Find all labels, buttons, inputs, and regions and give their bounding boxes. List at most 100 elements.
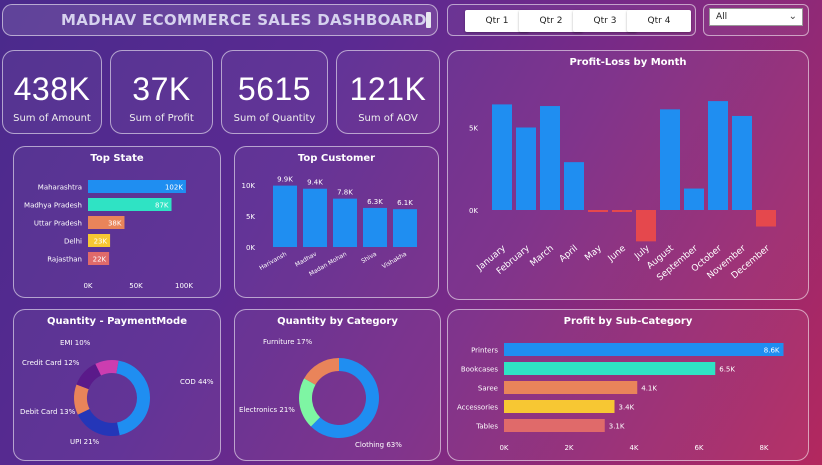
month-y-tick: 0K bbox=[469, 207, 478, 215]
kpi-amount-value: 438K bbox=[13, 71, 91, 107]
subcat-value-label: 8.6K bbox=[764, 347, 780, 355]
donut-label: Credit Card 12% bbox=[22, 359, 80, 367]
payment-mode-panel: Quantity - PaymentMode COD 44% UPI 21% Deb… bbox=[13, 309, 221, 461]
state-x-tick: 100K bbox=[175, 282, 193, 290]
subcat-x-tick: 4K bbox=[629, 444, 638, 452]
customer-value-label: 9.9K bbox=[277, 176, 293, 184]
month-label: March bbox=[528, 244, 555, 269]
donut-slice bbox=[77, 408, 120, 436]
dashboard-title: MADHAV ECOMMERCE SALES DASHBOARD bbox=[61, 11, 427, 29]
top-customer-panel: Top Customer 0K 5K 10K 9.9K Harivansh 9.4K Mad… bbox=[234, 146, 439, 298]
kpi-aov-card: 121K Sum of AOV bbox=[336, 50, 440, 134]
month-label: May bbox=[583, 243, 604, 263]
donut-label: EMI 10% bbox=[60, 339, 91, 347]
subcat-bar bbox=[504, 381, 638, 394]
subcat-bar bbox=[504, 400, 615, 413]
customer-label: Madhav bbox=[294, 250, 318, 268]
month-bar bbox=[756, 210, 776, 227]
subcat-label: Tables bbox=[475, 423, 498, 431]
dashboard-title-bar: MADHAV ECOMMERCE SALES DASHBOARD bbox=[2, 4, 438, 36]
customer-value-label: 9.4K bbox=[307, 179, 323, 187]
state-value-label: 102K bbox=[165, 184, 183, 192]
month-label: April bbox=[558, 244, 580, 265]
filter-dropdown[interactable]: All ⌄ bbox=[709, 8, 803, 26]
month-bar bbox=[732, 115, 752, 210]
state-value-label: 38K bbox=[108, 220, 122, 228]
subcat-x-tick: 6K bbox=[694, 444, 703, 452]
customer-value-label: 6.1K bbox=[397, 199, 413, 207]
kpi-quantity-label: Sum of Quantity bbox=[233, 113, 316, 124]
kpi-amount-card: 438K Sum of Amount bbox=[2, 50, 102, 134]
state-x-tick: 50K bbox=[129, 282, 143, 290]
top-customer-chart: 0K5K10K9.9KHarivansh9.4KMadhav7.8KMadan … bbox=[242, 176, 417, 278]
subcat-value-label: 3.1K bbox=[609, 423, 625, 431]
state-label: Delhi bbox=[64, 238, 82, 246]
donut-slice bbox=[304, 358, 339, 385]
subcat-label: Saree bbox=[478, 385, 498, 393]
customer-bar bbox=[333, 198, 357, 247]
kpi-quantity-value: 5615 bbox=[237, 71, 312, 107]
donut-label: Debit Card 13% bbox=[20, 408, 76, 416]
sub-category-chart: Printers 8.6K Bookcases 6.5K Saree 4.1K Access… bbox=[457, 343, 784, 452]
state-value-label: 87K bbox=[155, 202, 169, 210]
subcat-bar bbox=[504, 362, 716, 375]
customer-label: Harivansh bbox=[258, 251, 288, 272]
donut-label: Furniture 17% bbox=[263, 338, 313, 346]
customer-bar bbox=[393, 209, 417, 247]
donut-slice bbox=[116, 360, 151, 436]
customer-label: Shiva bbox=[360, 251, 378, 265]
customer-bar bbox=[363, 207, 387, 247]
customer-value-label: 6.3K bbox=[367, 198, 383, 206]
top-state-panel: Top State Maharashtra 102K Madhya Pradesh 8… bbox=[13, 146, 221, 298]
donut-label: UPI 21% bbox=[70, 438, 100, 446]
month-bar bbox=[492, 104, 512, 210]
category-chart: Clothing 63% Electronics 21% Furniture 17% bbox=[239, 338, 402, 449]
customer-label: Vishakha bbox=[381, 251, 408, 271]
month-bar bbox=[612, 210, 632, 212]
month-y-tick: 5K bbox=[469, 125, 478, 133]
top-state-chart: Maharashtra 102K Madhya Pradesh 87K Uttar Pr… bbox=[24, 180, 193, 290]
subcat-x-tick: 0K bbox=[499, 444, 508, 452]
subcat-x-tick: 2K bbox=[564, 444, 573, 452]
kpi-profit-label: Sum of Profit bbox=[129, 113, 194, 124]
kpi-amount-label: Sum of Amount bbox=[13, 113, 91, 124]
subcat-x-tick: 8K bbox=[759, 444, 768, 452]
subcat-value-label: 4.1K bbox=[641, 385, 657, 393]
customer-y-tick: 5K bbox=[246, 213, 255, 221]
state-label: Uttar Pradesh bbox=[34, 220, 82, 228]
chevron-down-icon: ⌄ bbox=[788, 11, 797, 22]
kpi-profit-value: 37K bbox=[132, 71, 191, 107]
category-panel: Quantity by Category Clothing 63% Electro… bbox=[234, 309, 441, 461]
quarter-slicer: Qtr 1 Qtr 2 Qtr 3 Qtr 4 bbox=[447, 4, 696, 36]
customer-y-tick: 10K bbox=[242, 182, 256, 190]
customer-value-label: 7.8K bbox=[337, 189, 353, 197]
month-bar bbox=[540, 106, 560, 210]
state-value-label: 23K bbox=[94, 238, 108, 246]
subcat-value-label: 6.5K bbox=[719, 366, 735, 374]
kpi-profit-card: 37K Sum of Profit bbox=[110, 50, 213, 134]
donut-label: Electronics 21% bbox=[239, 406, 295, 414]
subcat-bar bbox=[504, 343, 784, 356]
state-label: Madhya Pradesh bbox=[24, 202, 82, 210]
payment-mode-chart: COD 44% UPI 21% Debit Card 13% Credit Card … bbox=[20, 339, 214, 446]
month-bar bbox=[564, 162, 584, 210]
qtr4-button[interactable]: Qtr 4 bbox=[627, 10, 691, 32]
kpi-aov-value: 121K bbox=[349, 71, 427, 107]
profit-loss-chart: 0K5KJanuaryFebruaryMarch April May June July… bbox=[469, 101, 776, 283]
profit-loss-panel: Profit-Loss by Month 0K 5K January February… bbox=[447, 50, 809, 300]
subcat-label: Bookcases bbox=[461, 366, 499, 374]
state-value-label: 22K bbox=[93, 256, 107, 264]
donut-slice bbox=[299, 378, 321, 427]
filter-slicer: All ⌄ bbox=[703, 4, 809, 36]
kpi-aov-label: Sum of AOV bbox=[358, 113, 418, 124]
month-bar bbox=[516, 127, 536, 210]
month-bar bbox=[636, 210, 656, 242]
subcat-value-label: 3.4K bbox=[619, 404, 635, 412]
donut-label: Clothing 63% bbox=[355, 441, 402, 449]
state-label: Rajasthan bbox=[47, 256, 82, 264]
state-label: Maharashtra bbox=[38, 184, 82, 192]
subcat-bar bbox=[504, 419, 605, 432]
customer-y-tick: 0K bbox=[246, 244, 255, 252]
month-bar bbox=[588, 210, 608, 212]
customer-bar bbox=[273, 185, 297, 247]
